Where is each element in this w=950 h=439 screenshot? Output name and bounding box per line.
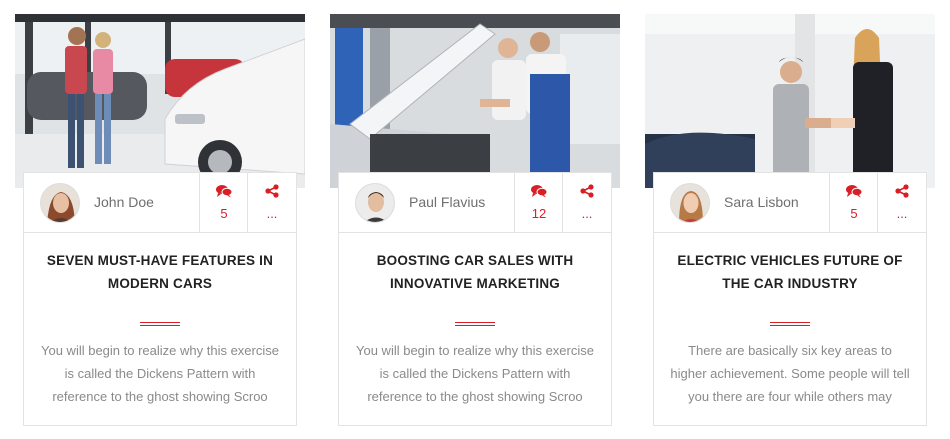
comments-count: 5: [220, 206, 228, 221]
author-name[interactable]: Paul Flavius: [409, 173, 485, 232]
post-excerpt: There are basically six key areas to hig…: [670, 343, 910, 404]
comments-icon: [216, 185, 232, 198]
share-icon: [265, 184, 279, 198]
post-excerpt: You will begin to realize why this exerc…: [41, 343, 279, 404]
card-body: John Doe 5 ... SEVEN MUST-HAVE FEATURES …: [23, 172, 297, 426]
author-info[interactable]: Paul Flavius: [339, 173, 515, 232]
comments-icon: [531, 185, 547, 198]
title-divider: [770, 322, 810, 327]
title-divider: [455, 322, 495, 327]
post-title[interactable]: BOOSTING CAR SALES WITH INNOVATIVE MARKE…: [359, 249, 591, 295]
title-divider: [140, 322, 180, 327]
blog-card: John Doe 5 ... SEVEN MUST-HAVE FEATURES …: [15, 14, 305, 426]
post-title[interactable]: SEVEN MUST-HAVE FEATURES IN MODERN CARS: [44, 249, 276, 295]
card-body: Sara Lisbon 5 ... ELECTRIC VEHICLES FUTU…: [653, 172, 927, 426]
share-icon: [895, 184, 909, 198]
share-more: ...: [581, 206, 593, 221]
share-more: ...: [896, 206, 908, 221]
share-button[interactable]: ...: [563, 173, 611, 232]
share-button[interactable]: ...: [878, 173, 926, 232]
card-body: Paul Flavius 12 ... BOOSTING CAR SALES W…: [338, 172, 612, 426]
author-avatar: [355, 183, 395, 223]
comments-icon: [846, 185, 862, 198]
comments-link[interactable]: 12: [515, 173, 563, 232]
author-name[interactable]: John Doe: [94, 173, 154, 232]
post-meta: Sara Lisbon 5 ...: [654, 173, 926, 233]
post-thumbnail[interactable]: [15, 14, 305, 188]
post-title[interactable]: ELECTRIC VEHICLES FUTURE OF THE CAR INDU…: [674, 249, 906, 295]
post-thumbnail[interactable]: [645, 14, 935, 188]
author-avatar: [40, 183, 80, 223]
author-info[interactable]: John Doe: [24, 173, 200, 232]
author-name[interactable]: Sara Lisbon: [724, 173, 799, 232]
author-avatar: [670, 183, 710, 223]
share-icon: [580, 184, 594, 198]
share-more: ...: [266, 206, 278, 221]
post-meta: John Doe 5 ...: [24, 173, 296, 233]
post-meta: Paul Flavius 12 ...: [339, 173, 611, 233]
author-info[interactable]: Sara Lisbon: [654, 173, 830, 232]
comments-link[interactable]: 5: [200, 173, 248, 232]
blog-card: Sara Lisbon 5 ... ELECTRIC VEHICLES FUTU…: [645, 14, 935, 426]
comments-link[interactable]: 5: [830, 173, 878, 232]
comments-count: 5: [850, 206, 858, 221]
post-thumbnail[interactable]: [330, 14, 620, 188]
comments-count: 12: [531, 206, 547, 221]
blog-card: Paul Flavius 12 ... BOOSTING CAR SALES W…: [330, 14, 620, 426]
post-excerpt: You will begin to realize why this exerc…: [356, 343, 594, 404]
share-button[interactable]: ...: [248, 173, 296, 232]
